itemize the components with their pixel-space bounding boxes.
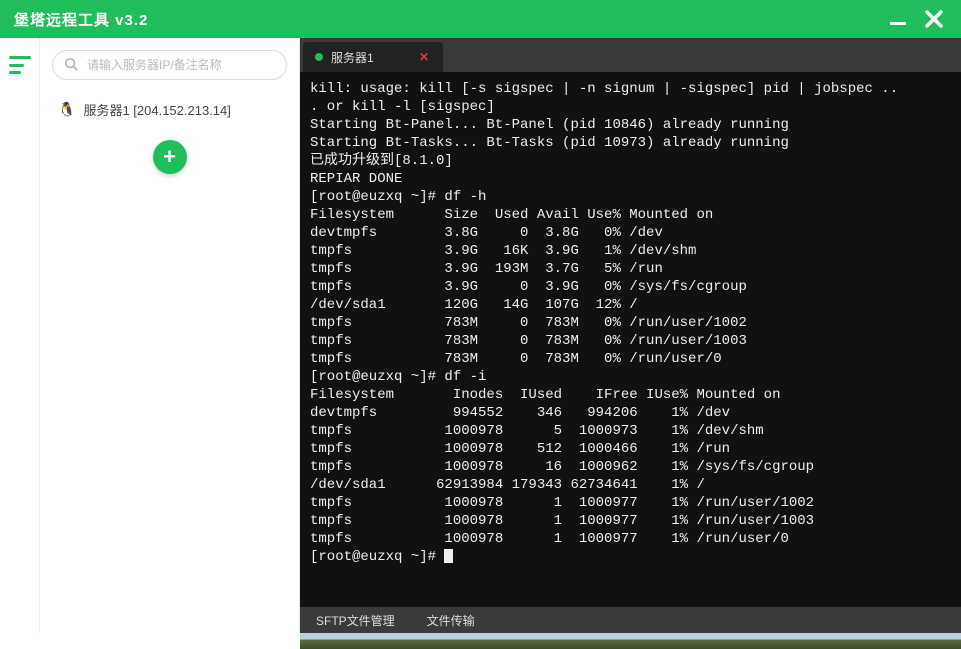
- terminal-cursor: [444, 549, 453, 563]
- tab-label: 服务器1: [331, 49, 374, 66]
- app-window: 堡塔远程工具 v3.2 🐧 服务器1 [204.152.213.14] +: [0, 0, 961, 649]
- left-strip: [0, 38, 40, 633]
- tab-close-button[interactable]: ✕: [417, 50, 431, 64]
- close-button[interactable]: [921, 6, 947, 32]
- server-item-label: 服务器1 [204.152.213.14]: [83, 100, 230, 119]
- titlebar[interactable]: 堡塔远程工具 v3.2: [0, 0, 961, 38]
- window-body: 🐧 服务器1 [204.152.213.14] + 服务器1 ✕ kill: usa…: [0, 38, 961, 633]
- server-list: 🐧 服务器1 [204.152.213.14]: [52, 94, 287, 124]
- sftp-manager-button[interactable]: SFTP文件管理: [300, 607, 411, 633]
- penguin-icon: 🐧: [58, 101, 75, 118]
- main-panel: 服务器1 ✕ kill: usage: kill [-s sigspec | -n…: [300, 38, 961, 633]
- server-item[interactable]: 🐧 服务器1 [204.152.213.14]: [52, 94, 287, 124]
- status-dot-icon: [315, 53, 323, 61]
- terminal-output[interactable]: kill: usage: kill [-s sigspec | -n signu…: [300, 72, 961, 607]
- minimize-button[interactable]: [885, 6, 911, 32]
- search-wrap: [52, 50, 287, 80]
- sidebar: 🐧 服务器1 [204.152.213.14] +: [40, 38, 300, 633]
- desktop-background-sliver: [300, 633, 961, 649]
- add-server-button[interactable]: +: [153, 140, 187, 174]
- window-title: 堡塔远程工具 v3.2: [14, 9, 875, 30]
- file-transfer-button[interactable]: 文件传输: [411, 607, 491, 633]
- search-icon: [64, 57, 78, 74]
- footer-bar: SFTP文件管理文件传输: [300, 607, 961, 633]
- menu-toggle-button[interactable]: [9, 56, 31, 74]
- terminal-tab[interactable]: 服务器1 ✕: [303, 42, 443, 72]
- search-input[interactable]: [52, 50, 287, 80]
- tab-bar: 服务器1 ✕: [300, 38, 961, 72]
